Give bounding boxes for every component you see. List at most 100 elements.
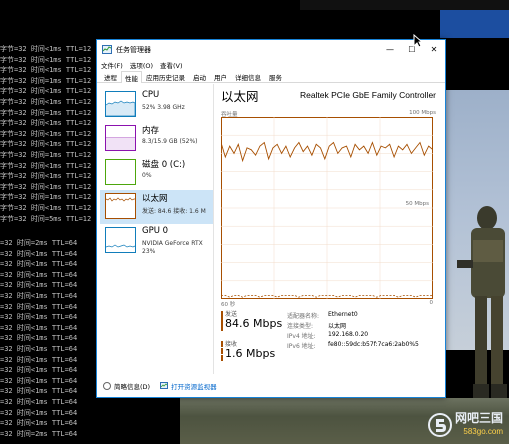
prop-connection-type-value: 以太网: [328, 323, 347, 330]
console-line: =32 时间<1ms TTL=64: [0, 249, 78, 258]
sidebar-item-value: 0%: [142, 172, 152, 179]
tab-app-history[interactable]: 应用历史记录: [142, 70, 189, 82]
tab-performance[interactable]: 性能: [121, 71, 142, 83]
menu-bar: 文件(F) 选项(O) 查看(V): [97, 59, 445, 70]
console-line: 字节=32 时间<1ms TTL=12: [0, 66, 92, 75]
menu-options[interactable]: 选项(O): [130, 60, 153, 70]
recv-value: 1.6 Mbps: [225, 347, 276, 360]
prop-ipv6-value: fe80::59dc:b57f:7ca6:2ab0%5: [328, 341, 419, 348]
wallpaper-blue-area: [440, 10, 509, 38]
prop-ipv4-key: IPv4 地址:: [287, 333, 316, 340]
resource-monitor-icon[interactable]: [160, 382, 169, 390]
gpu-mini-graph: [105, 227, 136, 253]
tab-services[interactable]: 服务: [265, 70, 286, 82]
task-manager-icon: [102, 45, 112, 54]
console-line: 字节=32 时间<1ms TTL=12: [0, 161, 92, 170]
console-line: =32 时间=2ms TTL=64: [0, 239, 78, 247]
open-resource-monitor-link[interactable]: 打开资源监视器: [171, 381, 217, 391]
console-line: =32 时间<1ms TTL=64: [0, 323, 78, 332]
watermark-sub: 583go.com: [463, 427, 503, 436]
graph-axis-zero: 0: [429, 300, 434, 306]
console-line: =32 时间<1ms TTL=64: [0, 270, 78, 279]
prop-ipv6-key: IPv6 地址:: [287, 343, 316, 350]
ethernet-stats: 发送 84.6 Mbps 接收 1.6 Mbps 适配器名称: Ethernet…: [221, 309, 441, 371]
console-line: 字节=32 时间<1ms TTL=12: [0, 55, 92, 64]
title-bar[interactable]: 任务管理器 — ☐ ✕: [97, 40, 445, 59]
console-line: 字节=32 时间=1ms TTL=12: [0, 150, 92, 159]
console-line: 字节=32 时间<1ms TTL=12: [0, 87, 92, 96]
sidebar-item-value: NVIDIA GeForce RTX: [142, 240, 203, 247]
minimize-button[interactable]: —: [379, 40, 401, 59]
prop-connection-type-key: 连接类型:: [287, 323, 314, 330]
site-watermark: 网吧三国 583go.com: [427, 412, 503, 438]
console-line: 字节=32 时间=5ms TTL=12: [0, 214, 92, 223]
console-line: =32 时间<1ms TTL=64: [0, 419, 78, 428]
soldier-figure: [457, 206, 507, 398]
console-line: 字节=32 时间<1ms TTL=12: [0, 172, 92, 181]
console-line: =32 时间<1ms TTL=64: [0, 387, 78, 396]
wallpaper-top-strip: [300, 0, 509, 10]
ethernet-mini-graph: [105, 193, 136, 219]
cmd-console-top: 字节=32 时间<1ms TTL=12 字节=32 时间<1ms TTL=12 字节…: [0, 44, 100, 224]
sidebar-item-value: 52% 3.98 GHz: [142, 104, 185, 111]
console-line: 字节=32 时间<1ms TTL=12: [0, 203, 92, 212]
sidebar-item-cpu[interactable]: CPU 52% 3.98 GHz: [100, 88, 213, 122]
sidebar-item-label: GPU 0: [142, 226, 169, 236]
cmd-console-bottom: =32 时间=2ms TTL=64 =32 时间<1ms TTL=64 =32 时间…: [0, 238, 96, 444]
console-line: =32 时间<1ms TTL=64: [0, 408, 78, 417]
throughput-graph: 50 Mbps: [221, 117, 433, 299]
sidebar-item-ethernet[interactable]: 以太网 发送: 84.6 接收: 1.6 M: [100, 190, 213, 224]
ethernet-detail: 以太网 Realtek PCIe GbE Family Controller 吞…: [221, 84, 441, 374]
console-line: =32 时间<1ms TTL=64: [0, 302, 78, 311]
console-line: 字节=32 时间<1ms TTL=12: [0, 119, 92, 128]
graph-mid-label: 50 Mbps: [406, 201, 429, 207]
sidebar-item-gpu[interactable]: GPU 0 NVIDIA GeForce RTX 23%: [100, 224, 213, 258]
console-line: =32 时间<1ms TTL=64: [0, 291, 78, 300]
tab-bar: 进程 性能 应用历史记录 启动 用户 详细信息 服务: [97, 70, 445, 83]
sidebar-item-label: CPU: [142, 90, 160, 100]
console-line: 字节=32 时间<1ms TTL=12: [0, 45, 92, 53]
console-line: 字节=32 时间<1ms TTL=12: [0, 129, 92, 138]
disk-mini-graph: [105, 159, 136, 185]
adapter-name: Realtek PCIe GbE Family Controller: [299, 90, 436, 100]
graph-label-max: 100 Mbps: [409, 110, 436, 116]
prop-adapter-name-value: Ethernet0: [328, 311, 358, 318]
console-line: =32 时间<1ms TTL=64: [0, 344, 78, 353]
performance-pane: CPU 52% 3.98 GHz 内存 8.3/15.9 GB (52%) 磁盘…: [97, 84, 445, 374]
footer-bar: 简略信息(D) 打开资源监视器: [97, 374, 445, 398]
console-line: =32 时间<1ms TTL=64: [0, 260, 78, 269]
window-title: 任务管理器: [116, 45, 151, 54]
watermark-text: 网吧三国 583go.com: [455, 412, 503, 438]
sidebar-item-memory[interactable]: 内存 8.3/15.9 GB (52%): [100, 122, 213, 156]
tab-users[interactable]: 用户: [210, 70, 231, 82]
console-line: =32 时间<1ms TTL=64: [0, 366, 78, 375]
watermark-logo-icon: [427, 413, 452, 437]
console-line: 字节=32 时间<1ms TTL=12: [0, 140, 92, 149]
tab-startup[interactable]: 启动: [189, 70, 210, 82]
tab-details[interactable]: 详细信息: [231, 70, 265, 82]
chevron-up-icon[interactable]: [103, 382, 111, 390]
memory-mini-graph: [105, 125, 136, 151]
sidebar-item-disk[interactable]: 磁盘 0 (C:) 0%: [100, 156, 213, 190]
graph-axis-time: 60 秒: [221, 302, 236, 308]
console-line: =32 时间<1ms TTL=64: [0, 376, 78, 385]
sidebar-item-value-2: 23%: [142, 248, 156, 255]
menu-file[interactable]: 文件(F): [101, 60, 123, 70]
prop-adapter-name-key: 适配器名称:: [287, 313, 320, 320]
console-line: 字节=32 时间<1ms TTL=12: [0, 182, 92, 191]
console-line: =32 时间<1ms TTL=64: [0, 397, 78, 406]
detail-title: 以太网: [221, 89, 259, 104]
tab-processes[interactable]: 进程: [100, 70, 121, 82]
menu-view[interactable]: 查看(V): [160, 60, 183, 70]
console-line: 字节=32 时间<1ms TTL=12: [0, 97, 92, 106]
console-line: =32 时间<1ms TTL=64: [0, 281, 78, 290]
close-button[interactable]: ✕: [423, 40, 445, 59]
perf-sidebar: CPU 52% 3.98 GHz 内存 8.3/15.9 GB (52%) 磁盘…: [97, 84, 214, 374]
console-line: =32 时间<1ms TTL=64: [0, 313, 78, 322]
sidebar-item-value: 发送: 84.6 接收: 1.6 M: [142, 208, 206, 215]
prop-ipv4-value: 192.168.0.20: [328, 331, 369, 338]
fewer-details-button[interactable]: 简略信息(D): [114, 381, 150, 391]
cpu-mini-graph: [105, 91, 136, 117]
console-line: =32 时间<1ms TTL=64: [0, 355, 78, 364]
send-value: 84.6 Mbps: [225, 317, 283, 330]
